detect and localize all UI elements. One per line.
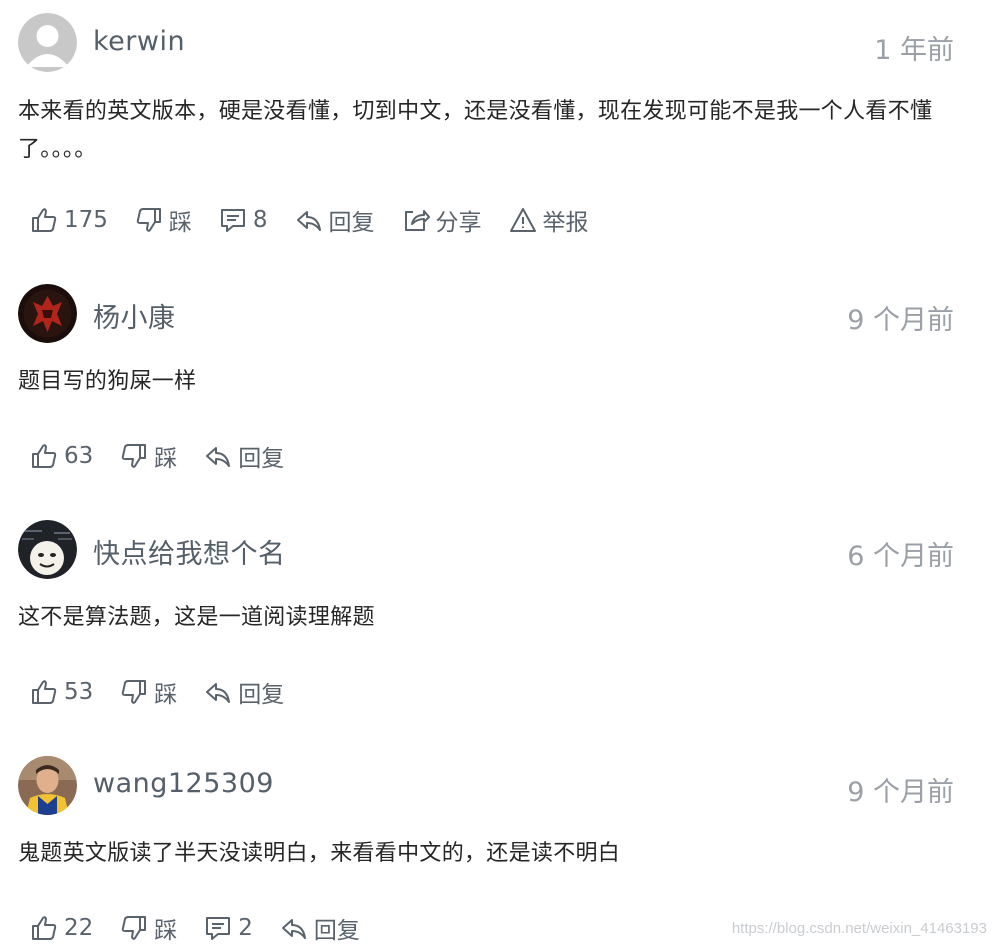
basketball-player-photo: [18, 756, 77, 815]
reply-count: 8: [252, 207, 268, 233]
action-bar: 22 踩 2 回复: [30, 908, 387, 948]
warning-icon: [509, 208, 536, 232]
avatar[interactable]: [18, 756, 77, 815]
thumbs-up-icon: [32, 916, 57, 940]
share-button[interactable]: 分享: [402, 203, 482, 237]
comment-text: 鬼题英文版读了半天没读明白，来看看中文的，还是读不明白: [18, 841, 621, 866]
share-icon: [404, 210, 430, 231]
comment-icon: [220, 209, 245, 232]
horde-emblem-icon: [18, 284, 77, 343]
watermark: https://blog.csdn.net/weixin_41463193: [731, 920, 987, 937]
avatar[interactable]: [18, 284, 77, 343]
like-button[interactable]: 22: [30, 914, 93, 942]
reply-label: 回复: [238, 682, 285, 708]
timestamp: 9 个月前: [847, 777, 954, 808]
meme-face-icon: [18, 520, 77, 579]
like-count: 22: [64, 915, 94, 941]
like-button[interactable]: 63: [30, 442, 93, 470]
reply-arrow-icon: [281, 919, 306, 939]
comment-icon: [206, 917, 231, 940]
thumbs-down-icon: [122, 680, 147, 704]
like-count: 53: [64, 679, 94, 705]
reply-arrow-icon: [206, 683, 231, 703]
reply-button[interactable]: 回复: [204, 675, 284, 709]
report-button[interactable]: 举报: [509, 203, 589, 237]
timestamp: 1 年前: [874, 35, 954, 66]
reply-label: 回复: [238, 446, 285, 472]
report-label: 举报: [542, 210, 589, 236]
replies-button[interactable]: 2: [204, 914, 253, 942]
like-button[interactable]: 175: [30, 206, 108, 234]
reply-button[interactable]: 回复: [204, 439, 284, 473]
dislike-button[interactable]: 踩: [120, 675, 177, 709]
thumbs-down-icon: [122, 444, 147, 468]
dislike-button[interactable]: 踩: [135, 203, 192, 237]
reply-label: 回复: [328, 210, 375, 236]
reply-arrow-icon: [296, 211, 321, 231]
username[interactable]: kerwin: [93, 26, 185, 57]
replies-button[interactable]: 8: [219, 206, 268, 234]
avatar[interactable]: [18, 13, 77, 72]
reply-label: 回复: [313, 918, 360, 944]
comment-text: 题目写的狗屎一样: [18, 369, 197, 394]
share-label: 分享: [435, 210, 482, 236]
reply-count: 2: [238, 915, 253, 941]
like-count: 175: [64, 207, 108, 233]
avatar[interactable]: [18, 520, 77, 579]
reply-button[interactable]: 回复: [280, 911, 360, 945]
username[interactable]: 杨小康: [93, 296, 176, 335]
default-user-icon: [18, 13, 77, 72]
thumbs-up-icon: [32, 680, 57, 704]
username[interactable]: wang125309: [93, 768, 274, 799]
timestamp: 6 个月前: [847, 541, 954, 572]
action-bar: 175 踩 8 回复 分享 举报: [30, 200, 616, 240]
like-button[interactable]: 53: [30, 678, 93, 706]
dislike-label: 踩: [168, 210, 192, 236]
reply-button[interactable]: 回复: [295, 203, 375, 237]
dislike-button[interactable]: 踩: [120, 911, 177, 945]
action-bar: 63 踩 回复: [30, 436, 311, 476]
dislike-label: 踩: [154, 918, 178, 944]
username[interactable]: 快点给我想个名: [93, 532, 286, 571]
dislike-label: 踩: [154, 446, 178, 472]
thumbs-down-icon: [122, 916, 147, 940]
comment-text: 本来看的英文版本，硬是没看懂，切到中文，还是没看懂，现在发现可能不是我一个人看不…: [18, 99, 933, 162]
thumbs-down-icon: [136, 208, 161, 232]
thumbs-up-icon: [32, 444, 57, 468]
thumbs-up-icon: [32, 208, 57, 232]
like-count: 63: [64, 443, 94, 469]
timestamp: 9 个月前: [847, 305, 954, 336]
dislike-label: 踩: [154, 682, 178, 708]
action-bar: 53 踩 回复: [30, 672, 311, 712]
reply-arrow-icon: [206, 447, 231, 467]
dislike-button[interactable]: 踩: [120, 439, 177, 473]
comment-text: 这不是算法题，这是一道阅读理解题: [18, 605, 375, 630]
